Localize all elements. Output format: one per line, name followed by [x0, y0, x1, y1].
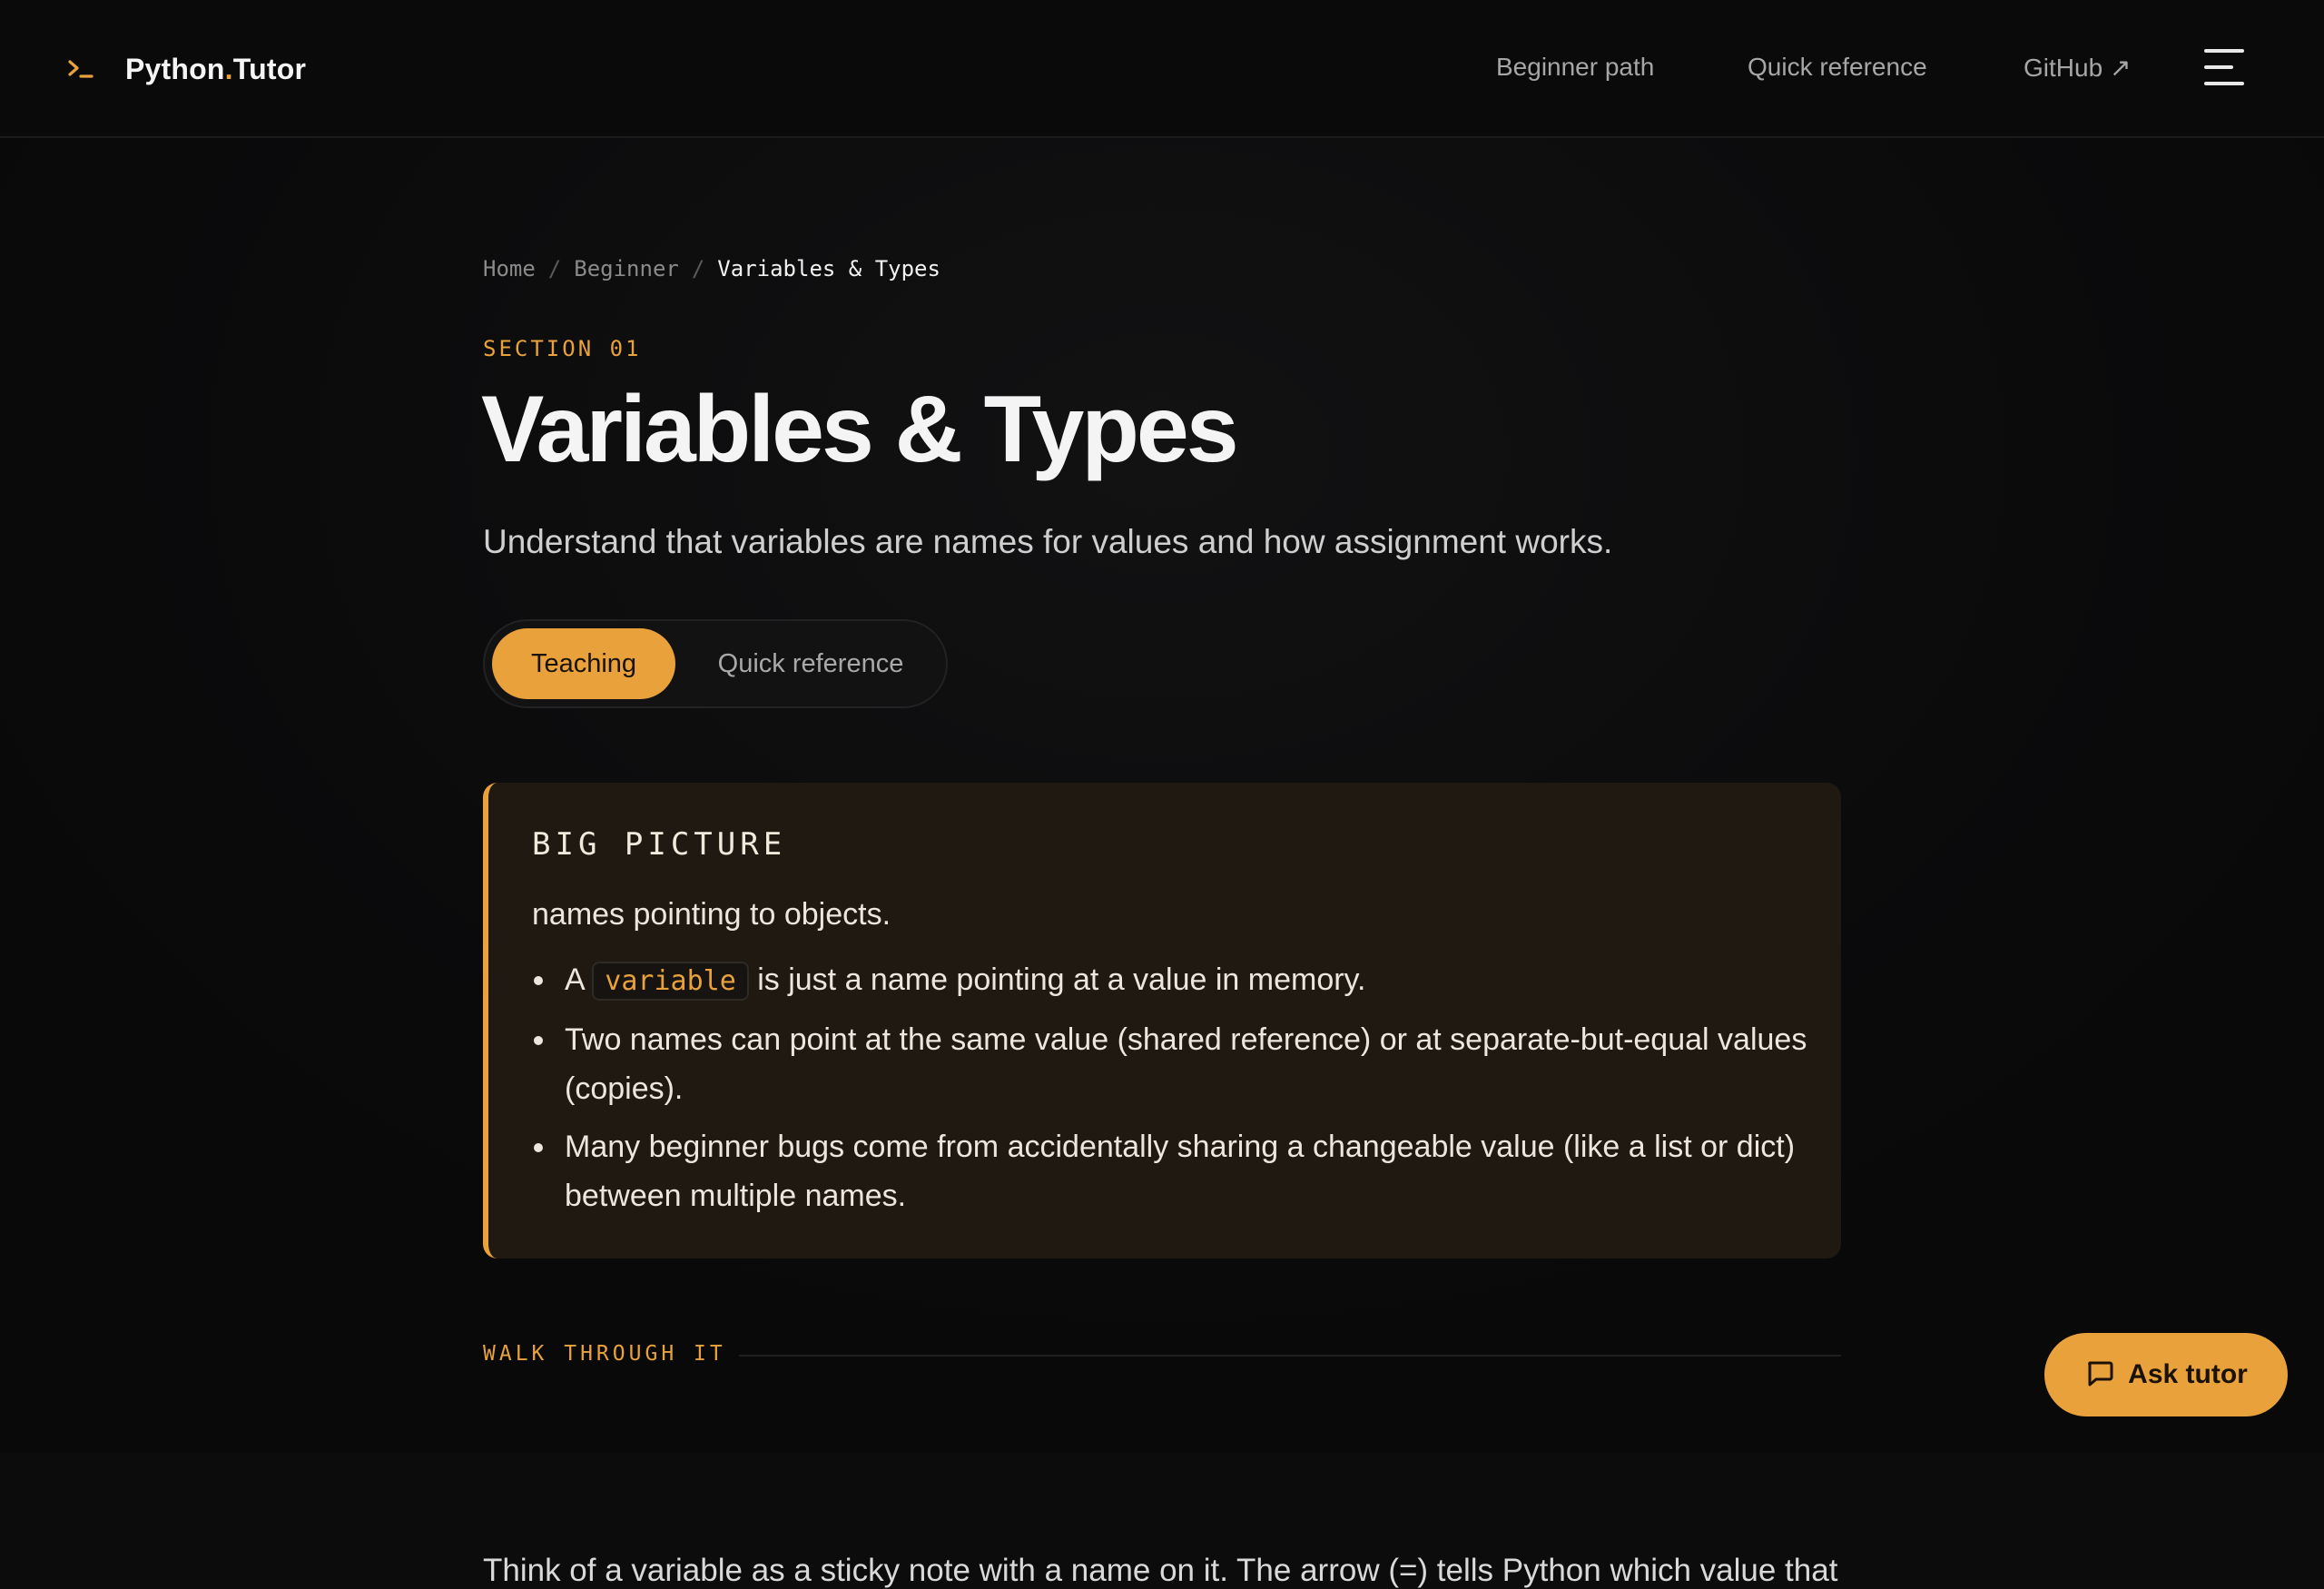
list-item: Two names can point at the same value (s… [532, 1015, 1821, 1113]
walkthrough-paragraph: Think of a variable as a sticky note wit… [483, 1553, 1838, 1588]
page-subtitle: Understand that variables are names for … [483, 523, 1613, 560]
tab-quick-reference[interactable]: Quick reference [679, 628, 942, 699]
nav-link-beginner-path[interactable]: Beginner path [1496, 53, 1654, 82]
ask-tutor-button[interactable]: Ask tutor [2044, 1333, 2288, 1416]
breadcrumb-current: Variables & Types [717, 256, 940, 281]
walkthrough-heading: WALK THROUGH IT [483, 1342, 726, 1366]
brand-name: Python.Tutor [125, 52, 307, 85]
top-bar: Python.Tutor Beginner path Quick referen… [0, 0, 2324, 138]
terminal-prompt-icon [67, 54, 96, 84]
brand-logo-link[interactable]: Python.Tutor [67, 47, 306, 91]
hamburger-menu-button[interactable] [2201, 45, 2248, 89]
list-item: A variable is just a name pointing at a … [532, 955, 1821, 1006]
mode-toggle: Teaching Quick reference [483, 619, 948, 708]
page-title: Variables & Types [481, 377, 1239, 482]
section-number: SECTION 01 [483, 336, 642, 361]
menu-line-icon [2204, 65, 2233, 69]
breadcrumb-home[interactable]: Home [483, 256, 536, 281]
inline-code: variable [592, 962, 749, 1001]
callout-heading: BIG PICTURE [532, 826, 787, 863]
nav-link-quick-reference[interactable]: Quick reference [1748, 53, 1927, 82]
chat-bubble-icon [2084, 1357, 2115, 1393]
list-item: Many beginner bugs come from accidentall… [532, 1122, 1821, 1220]
callout-list: A variable is just a name pointing at a … [532, 955, 1821, 1229]
tab-teaching[interactable]: Teaching [492, 628, 675, 699]
ask-tutor-label: Ask tutor [2128, 1359, 2248, 1389]
menu-line-icon [2204, 49, 2244, 53]
big-picture-callout: BIG PICTURE names pointing to objects. A… [483, 783, 1841, 1258]
breadcrumb: Home / Beginner / Variables & Types [483, 256, 940, 281]
section-divider [739, 1355, 1841, 1357]
breadcrumb-beginner[interactable]: Beginner [574, 256, 679, 281]
menu-line-icon [2204, 82, 2244, 85]
callout-lead: names pointing to objects. [532, 897, 891, 932]
breadcrumb-separator: / [547, 256, 562, 281]
breadcrumb-separator: / [691, 256, 705, 281]
nav-link-github[interactable]: GitHub ↗ [2024, 53, 2131, 83]
